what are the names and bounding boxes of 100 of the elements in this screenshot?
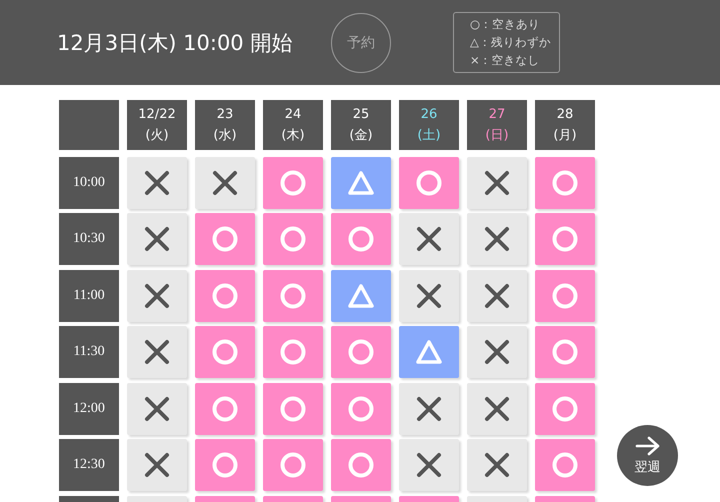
legend-item: ×：空きなし	[470, 52, 541, 69]
full-slot[interactable]	[399, 439, 459, 491]
day-header: 26 (土)	[399, 100, 459, 150]
full-slot[interactable]	[399, 270, 459, 322]
available-slot[interactable]	[535, 270, 595, 322]
triangle-icon	[415, 339, 443, 365]
circle-icon	[348, 452, 374, 478]
available-slot[interactable]	[331, 439, 391, 491]
full-slot[interactable]	[467, 156, 527, 208]
cross-icon	[483, 394, 511, 422]
few-left-slot[interactable]	[331, 156, 391, 208]
available-slot[interactable]	[535, 326, 595, 378]
next-week-button[interactable]: 翌週	[617, 425, 678, 486]
legend-item: △：残りわずか	[470, 34, 551, 51]
circle-icon	[348, 396, 374, 422]
triangle-icon	[347, 282, 375, 308]
full-slot[interactable]	[127, 270, 187, 322]
circle-icon	[280, 282, 306, 308]
full-slot[interactable]	[467, 213, 527, 265]
circle-icon	[280, 226, 306, 252]
circle-icon	[552, 339, 578, 365]
day-header: 23 (水)	[195, 100, 255, 150]
cross-icon	[483, 282, 511, 310]
arrow-right-icon	[634, 436, 660, 456]
available-slot[interactable]	[535, 439, 595, 491]
cross-icon	[415, 225, 443, 253]
full-slot[interactable]	[127, 382, 187, 434]
cross-icon	[143, 338, 171, 366]
circle-icon	[212, 282, 238, 308]
cross-icon	[143, 168, 171, 196]
cross-icon	[415, 394, 443, 422]
circle-icon	[552, 170, 578, 196]
few-left-slot[interactable]	[331, 270, 391, 322]
time-label: 11:30	[59, 326, 119, 378]
circle-icon	[212, 396, 238, 422]
available-slot[interactable]	[535, 156, 595, 208]
circle-icon	[416, 170, 442, 196]
cross-icon	[483, 168, 511, 196]
cross-icon	[143, 394, 171, 422]
cross-icon	[483, 451, 511, 479]
available-slot[interactable]	[263, 213, 323, 265]
available-slot[interactable]	[331, 382, 391, 434]
time-label: 10:00	[59, 156, 119, 208]
available-slot[interactable]	[331, 326, 391, 378]
time-label: 10:30	[59, 213, 119, 265]
circle-icon	[348, 226, 374, 252]
cross-icon	[483, 338, 511, 366]
circle-icon	[212, 226, 238, 252]
triangle-icon	[347, 170, 375, 196]
available-slot[interactable]	[263, 270, 323, 322]
cross-icon	[143, 451, 171, 479]
day-header: 28 (月)	[535, 100, 595, 150]
full-slot[interactable]	[399, 382, 459, 434]
circle-icon	[552, 282, 578, 308]
full-slot[interactable]	[467, 270, 527, 322]
cross-icon	[211, 168, 239, 196]
full-slot[interactable]	[467, 326, 527, 378]
available-slot[interactable]	[263, 382, 323, 434]
circle-icon	[280, 339, 306, 365]
available-slot[interactable]	[195, 382, 255, 434]
full-slot[interactable]	[127, 156, 187, 208]
available-slot[interactable]	[263, 326, 323, 378]
circle-icon	[552, 452, 578, 478]
available-slot[interactable]	[195, 213, 255, 265]
corner-cell	[59, 100, 119, 150]
day-header: 24 (木)	[263, 100, 323, 150]
full-slot[interactable]	[467, 439, 527, 491]
available-slot[interactable]	[263, 156, 323, 208]
full-slot[interactable]	[127, 439, 187, 491]
available-slot[interactable]	[535, 382, 595, 434]
cross-icon	[415, 451, 443, 479]
cross-icon	[483, 225, 511, 253]
circle-icon	[348, 339, 374, 365]
cross-icon	[143, 225, 171, 253]
circle-icon	[552, 396, 578, 422]
available-slot[interactable]	[535, 213, 595, 265]
page-title: 12月3日(木) 10:00 開始	[57, 30, 294, 56]
time-label: 11:00	[59, 270, 119, 322]
available-slot[interactable]	[195, 270, 255, 322]
available-slot[interactable]	[331, 213, 391, 265]
day-header: 27 (日)	[467, 100, 527, 150]
available-slot[interactable]	[195, 326, 255, 378]
full-slot[interactable]	[467, 382, 527, 434]
available-slot[interactable]	[399, 156, 459, 208]
full-slot[interactable]	[399, 213, 459, 265]
full-slot[interactable]	[127, 213, 187, 265]
few-left-slot[interactable]	[399, 326, 459, 378]
available-slot[interactable]	[263, 439, 323, 491]
full-slot[interactable]	[127, 326, 187, 378]
cross-icon	[415, 282, 443, 310]
circle-icon	[552, 226, 578, 252]
available-slot[interactable]	[195, 439, 255, 491]
day-header: 25 (金)	[331, 100, 391, 150]
time-label: 12:00	[59, 382, 119, 434]
circle-icon	[212, 339, 238, 365]
time-label: 12:30	[59, 439, 119, 491]
full-slot[interactable]	[195, 156, 255, 208]
circle-icon	[212, 452, 238, 478]
circle-icon	[280, 170, 306, 196]
circle-icon	[280, 396, 306, 422]
